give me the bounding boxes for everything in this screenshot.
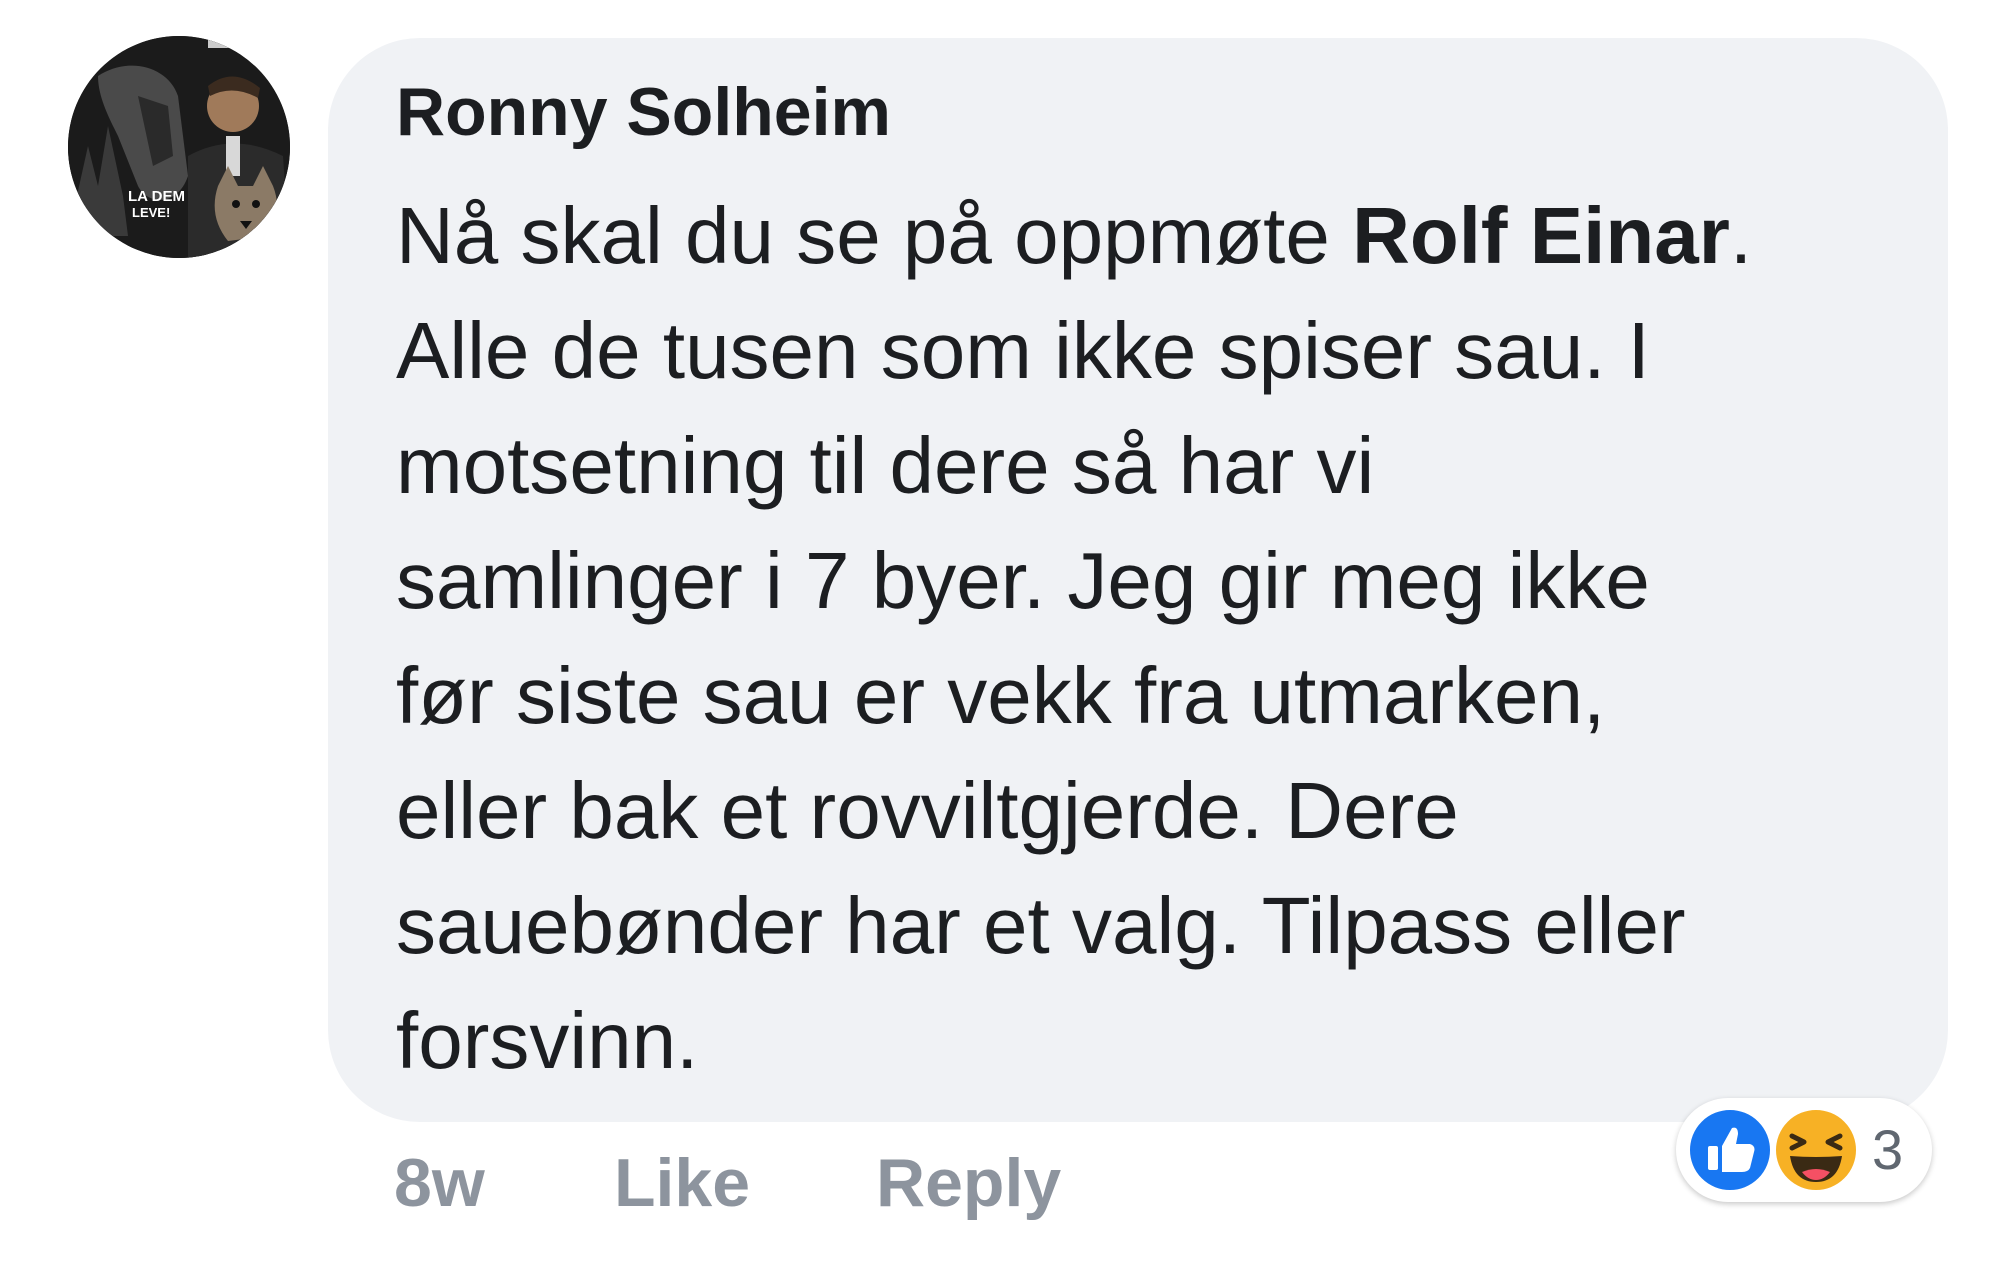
comment-line: før siste sau er vekk fra utmarken, [396, 651, 1606, 740]
comment-line: eller bak et rovviltgjerde. Dere [396, 766, 1459, 855]
comment-line: samlinger i 7 byer. Jeg gir meg ikke [396, 536, 1650, 625]
like-button[interactable]: Like [614, 1148, 750, 1218]
comment-author[interactable]: Ronny Solheim [396, 78, 891, 146]
comment-line: forsvinn. [396, 996, 699, 1085]
comment-text-segment: . [1729, 191, 1753, 280]
comment-timestamp[interactable]: 8w [394, 1148, 485, 1218]
comment-text: Nå skal du se på oppmøte Rolf Einar. All… [396, 178, 1916, 1098]
avatar-text: LA DEM [128, 188, 185, 205]
like-icon [1686, 1106, 1774, 1194]
haha-icon [1772, 1106, 1860, 1194]
mention-link[interactable]: Rolf Einar [1352, 191, 1730, 280]
comment-line: sauebønder har et valg. Tilpass eller [396, 881, 1686, 970]
comment-line: Alle de tusen som ikke spiser sau. I [396, 306, 1650, 395]
avatar[interactable]: LA DEM LEVE! [68, 36, 290, 258]
comment-line: motsetning til dere så har vi [396, 421, 1375, 510]
reply-button[interactable]: Reply [876, 1148, 1061, 1218]
comment-bubble: Ronny Solheim Nå skal du se på oppmøte R… [328, 38, 1948, 1122]
svg-text:LEVE!: LEVE! [132, 205, 170, 220]
reaction-summary[interactable]: 3 [1676, 1098, 1932, 1202]
avatar-image: LA DEM LEVE! [68, 36, 290, 258]
comment-text-segment: Nå skal du se på oppmøte [396, 191, 1353, 280]
reaction-count: 3 [1872, 1118, 1904, 1181]
comment-line: Nå skal du se på oppmøte Rolf Einar. [396, 178, 1916, 293]
